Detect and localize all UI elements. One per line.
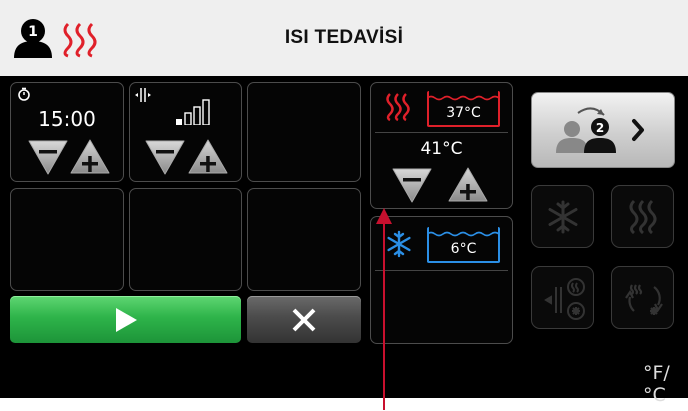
annotation-pointer xyxy=(383,220,385,410)
snowflake-icon xyxy=(387,230,411,258)
heat-icon xyxy=(386,93,410,122)
snowflake-icon xyxy=(548,200,578,234)
water-level-icon xyxy=(427,231,500,237)
empty-slot xyxy=(10,188,124,291)
cycle-therapy-icon xyxy=(625,284,663,315)
signal-bars-icon xyxy=(176,99,210,125)
empty-slot xyxy=(247,188,361,291)
contrast-therapy-button[interactable] xyxy=(531,266,594,329)
heat-decrease-button[interactable] xyxy=(391,166,433,204)
cycle-therapy-button[interactable] xyxy=(611,266,674,329)
empty-slot xyxy=(247,82,361,182)
contrast-therapy-icon xyxy=(544,278,585,320)
timer-panel: 15:00 xyxy=(10,82,124,182)
switch-patient-icon: 2 xyxy=(556,107,644,153)
empty-slot xyxy=(129,188,242,291)
heat-tank-temperature: 37°C xyxy=(427,91,500,127)
timer-decrease-button[interactable] xyxy=(27,138,69,176)
timer-value: 15:00 xyxy=(38,107,96,131)
divider xyxy=(375,132,508,133)
start-button[interactable] xyxy=(10,296,241,343)
heat-therapy-panel: 37°C 41°C xyxy=(370,82,513,209)
intensity-panel xyxy=(129,82,242,182)
timer-icon xyxy=(18,87,30,101)
page-title: ISI TEDAVİSİ xyxy=(284,27,404,48)
heat-mode-button[interactable] xyxy=(611,185,674,248)
water-level-icon xyxy=(427,95,500,101)
intensity-increase-button[interactable] xyxy=(187,138,229,176)
switch-patient-button[interactable]: 2 xyxy=(531,92,675,168)
cold-tank-value: 6°C xyxy=(450,241,477,257)
unit-toggle-button[interactable]: °F/°C xyxy=(643,362,688,406)
timer-increase-button[interactable] xyxy=(69,138,111,176)
heat-increase-button[interactable] xyxy=(447,166,489,204)
play-icon xyxy=(116,308,137,332)
close-icon xyxy=(292,308,316,332)
heat-icon xyxy=(629,199,657,235)
vibration-icon xyxy=(135,88,151,102)
cold-therapy-panel: 6°C xyxy=(370,216,513,344)
intensity-decrease-button[interactable] xyxy=(144,138,186,176)
annotation-arrow-icon xyxy=(376,208,392,224)
cold-tank-temperature: 6°C xyxy=(427,227,500,263)
divider xyxy=(375,270,508,271)
swap-patient-number: 2 xyxy=(596,121,604,135)
heat-tank-value: 37°C xyxy=(446,105,481,121)
heat-setpoint-value: 41°C xyxy=(420,139,463,159)
cold-mode-button[interactable] xyxy=(531,185,594,248)
header-bar: 1 ISI TEDAVİSİ xyxy=(0,0,688,76)
cancel-button[interactable] xyxy=(247,296,361,343)
